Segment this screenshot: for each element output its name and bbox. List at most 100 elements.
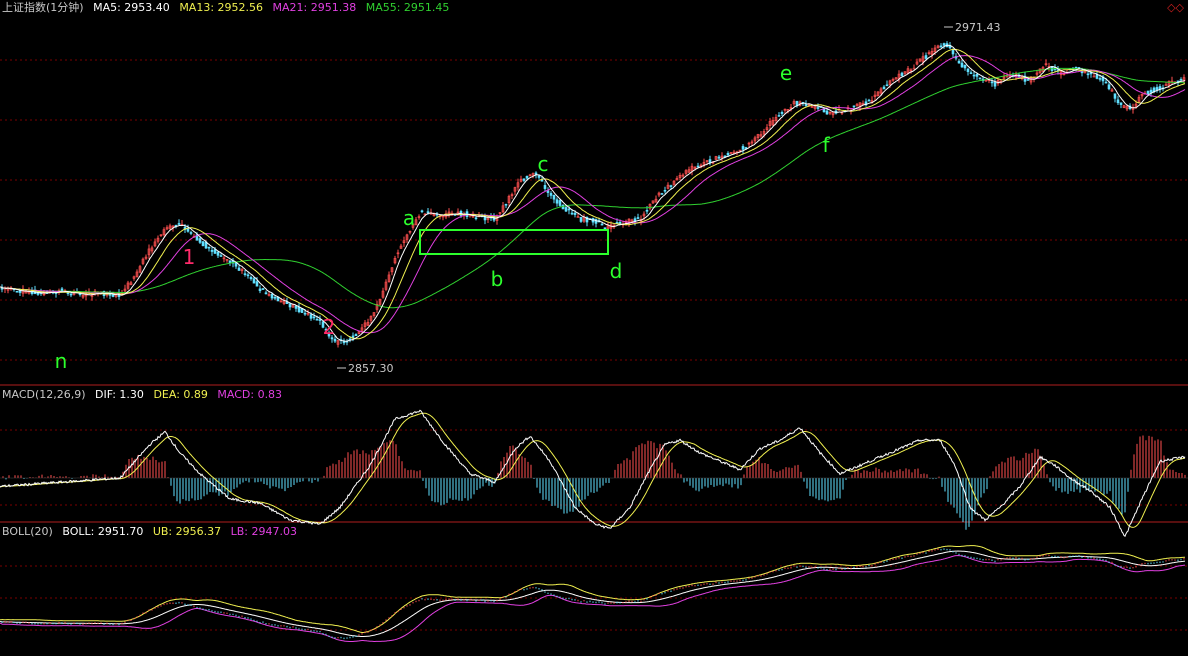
boll-legend: BOLL(20) BOLL: 2951.70 UB: 2956.37 LB: 2… [2,525,303,539]
ma5-line [0,44,1186,342]
dif-value: DIF: 1.30 [95,388,144,401]
candle-body [333,338,337,342]
candle-body [1080,71,1084,74]
candle-body [867,99,871,102]
candle-body [549,193,553,196]
candle-body [249,277,253,280]
candle-body [1119,102,1123,105]
candle-body [270,293,274,299]
candle-body [312,316,316,319]
candle-body [696,165,700,168]
candle-body [537,175,541,178]
candle-body [969,72,973,74]
annotation-e: e [780,61,792,85]
candle-body [993,82,997,87]
candle-body [567,208,571,211]
candle-body [303,312,307,315]
candle-body [573,212,577,215]
candle-body [975,73,979,77]
candle-body [1155,87,1159,91]
diamond-icon[interactable]: ◇◇ [1167,1,1184,14]
candle-body [273,296,277,299]
dif-line [0,409,1186,537]
candle-body [780,112,784,114]
ma21-value: MA21: 2951.38 [272,1,357,14]
candle-body [1116,99,1120,104]
candle-body [543,185,547,189]
candle-body [186,228,190,232]
candle-body [660,193,664,195]
candle-body [600,223,604,226]
candle-body [804,104,808,107]
boll-value: BOLL: 2951.70 [62,525,144,538]
candle-body [189,232,193,234]
candle-body [957,60,961,64]
candle-body [354,334,358,337]
candle-body [15,290,19,293]
candle-body [69,293,73,296]
ub-value: UB: 2956.37 [152,525,222,538]
candle-body [924,55,928,59]
candle-body [882,86,886,90]
candle-body [990,81,994,84]
candle-body [252,278,256,284]
macd-title: MACD(12,26,9) [2,388,86,401]
ma13-value: MA13: 2952.56 [179,1,264,14]
candle-body [939,45,943,48]
macd-legend: MACD(12,26,9) DIF: 1.30 DEA: 0.89 MACD: … [2,388,288,402]
candle-body [963,64,967,69]
annotation-a: a [403,206,415,230]
chart-canvas: 2971.43 2857.30 1 2 n a b c d e f [0,21,1188,642]
candle-body [825,110,829,115]
highlight-box [419,229,609,255]
ma55-line [0,67,1186,309]
candle-body [1098,78,1102,80]
candle-body [315,318,319,321]
boll-title: BOLL(20) [2,525,53,538]
boll-lower-band [0,554,1186,642]
annotation-n: n [55,349,68,373]
candle-body [1179,79,1183,81]
candle-body [741,146,745,150]
candle-body [426,211,430,213]
candle-body [636,217,640,219]
candle-body [525,175,529,179]
dea-value: DEA: 0.89 [153,388,208,401]
candle-body [603,227,607,230]
candle-body [1026,79,1030,81]
candle-body [1146,90,1150,95]
candle-body [552,194,556,200]
candle-body [294,305,298,309]
candle-body [555,199,559,204]
candle-body [579,217,583,222]
main-legend: 上证指数(1分钟) MA5: 2953.40 MA13: 2952.56 MA2… [2,1,455,15]
candle-body [420,210,424,213]
annotation-2: 2 [323,315,336,339]
candle-body [264,292,268,295]
candle-body [558,200,562,206]
candle-body [564,207,568,212]
candle-body [504,203,508,206]
chart-title: 上证指数(1分钟) [2,1,84,14]
ma5-value: MA5: 2953.40 [93,1,170,14]
lb-value: LB: 2947.03 [230,525,297,538]
candle-body [1104,81,1108,84]
candle-body [1113,93,1117,99]
candle-body [207,246,211,249]
candle-body [213,249,217,254]
candle-body [210,249,214,252]
candle-body [912,67,916,70]
annotation-c: c [538,152,549,176]
candle-body [1086,73,1090,76]
high-price-label: 2971.43 [955,21,1001,34]
annotation-d: d [610,259,623,283]
candle-body [261,288,265,290]
candle-body [900,72,904,77]
candle-body [570,212,574,215]
candle-body [717,156,721,159]
candle-body [237,267,241,271]
candle-body [663,190,667,192]
candle-body [258,288,262,292]
candle-body [978,77,982,80]
candle-body [474,217,478,220]
